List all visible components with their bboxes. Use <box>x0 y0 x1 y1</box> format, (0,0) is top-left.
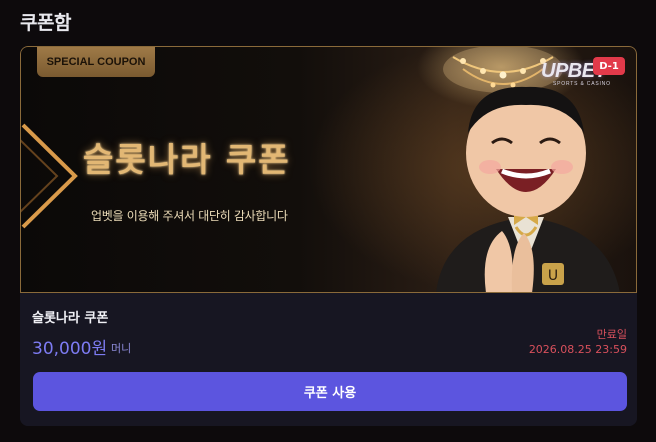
currency-label: 머니 <box>111 342 132 355</box>
coupon-amount: 30,000원 <box>32 339 108 359</box>
expiry-date: 2026.08.25 23:59 <box>528 343 627 356</box>
page-title: 쿠폰함 <box>20 12 71 34</box>
logo-subtext: SPORTS & CASINO <box>553 81 611 87</box>
coupon-card: SPECIAL COUPON 슬롯나라 쿠폰 업벳을 이용해 주셔서 대단히 감… <box>20 46 637 426</box>
mascot-image: U <box>436 86 620 292</box>
banner-subtitle: 업벳을 이용해 주셔서 대단히 감사합니다 <box>91 209 288 223</box>
coupon-banner: SPECIAL COUPON 슬롯나라 쿠폰 업벳을 이용해 주셔서 대단히 감… <box>20 46 637 293</box>
chevron-right-icon <box>21 123 78 229</box>
dday-badge: D-1 <box>593 57 625 75</box>
svg-text:U: U <box>548 268 558 284</box>
special-coupon-tag: SPECIAL COUPON <box>37 47 155 77</box>
coupon-name: 슬롯나라 쿠폰 <box>32 311 109 326</box>
use-coupon-button[interactable]: 쿠폰 사용 <box>33 372 627 411</box>
coupon-info: 슬롯나라 쿠폰 30,000원 머니 만료일 2026.08.25 23:59 … <box>20 293 637 426</box>
banner-title: 슬롯나라 쿠폰 <box>83 140 291 179</box>
expiry-label: 만료일 <box>596 328 627 341</box>
